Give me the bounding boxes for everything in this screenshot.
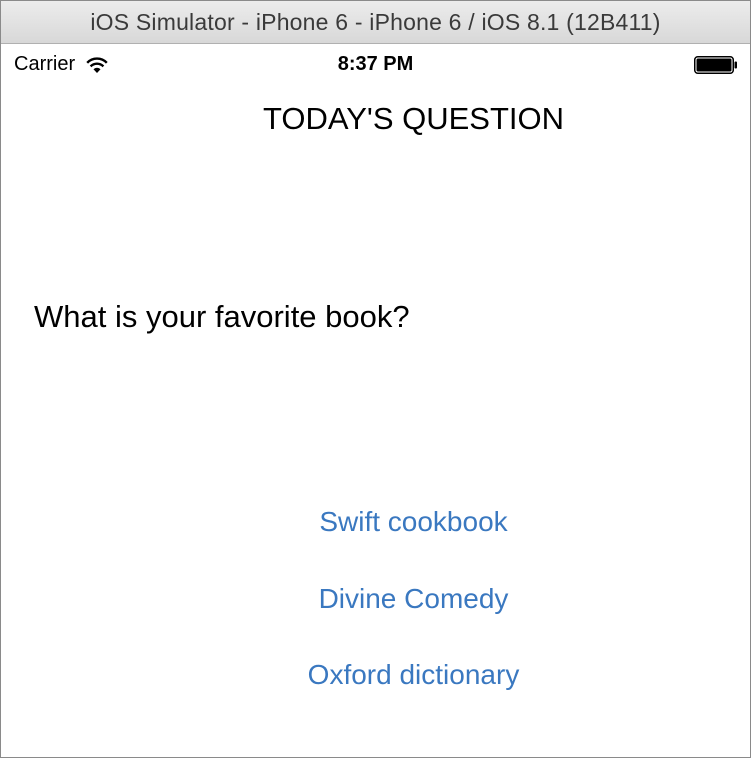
simulator-window: iOS Simulator - iPhone 6 - iPhone 6 / iO… [0,0,751,758]
screen-title: TODAY'S QUESTION [262,101,565,136]
question-label: What is your favorite book? [34,299,410,334]
ios-status-bar: Carrier 8:37 PM [1,44,750,84]
status-time: 8:37 PM [337,53,414,75]
answer-button-divine-comedy[interactable]: Divine Comedy [1,583,750,615]
battery-icon [694,56,737,74]
answer-button-oxford-dictionary[interactable]: Oxford dictionary [1,659,750,691]
window-title: iOS Simulator - iPhone 6 - iPhone 6 / iO… [90,8,661,35]
answer-button-swift-cookbook[interactable]: Swift cookbook [1,506,750,538]
window-titlebar[interactable]: iOS Simulator - iPhone 6 - iPhone 6 / iO… [1,1,750,44]
